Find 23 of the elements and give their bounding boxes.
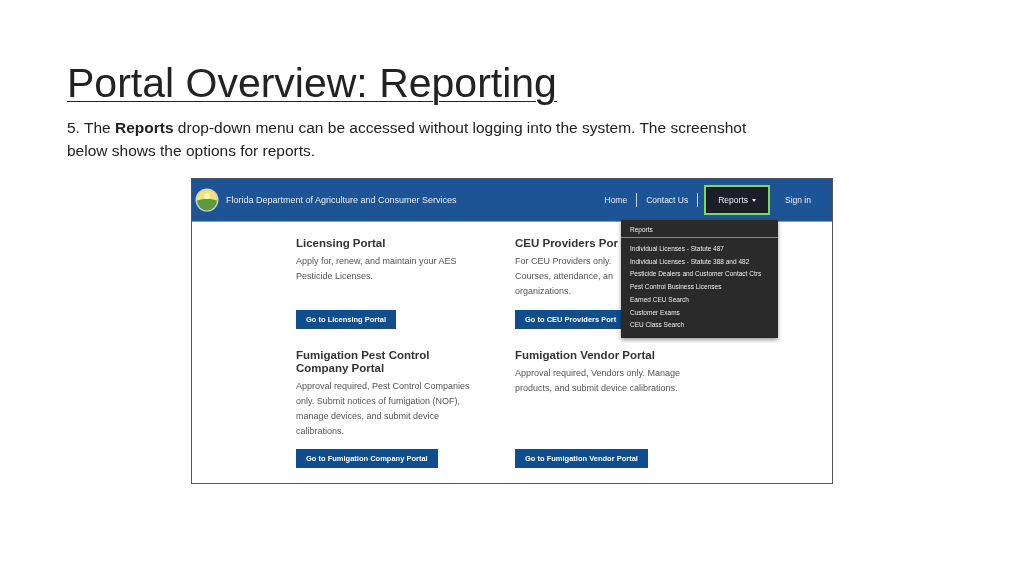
card-description: Courses, attendance, an xyxy=(515,270,614,283)
card-description: Approval required, Vendors only. Manage xyxy=(515,367,680,380)
card-description: only. Submit notices of fumigation (NOF), xyxy=(296,395,460,408)
card-description: Approval required, Pest Control Companies xyxy=(296,380,470,393)
card-description: For CEU Providers only. xyxy=(515,255,612,268)
card-description: organizations. xyxy=(515,285,572,298)
card-description: products, and submit device calibrations. xyxy=(515,382,678,395)
card-description: manage devices, and submit device xyxy=(296,410,440,423)
card-description: Pesticide Licenses. xyxy=(296,270,374,283)
card-title: CEU Providers Por xyxy=(515,237,618,250)
nav-link[interactable]: Sign in xyxy=(776,185,820,215)
nav-link[interactable]: Contact Us xyxy=(637,185,698,215)
card-description: Apply for, renew, and maintain your AES xyxy=(296,255,457,268)
card-title: Licensing Portal xyxy=(296,237,386,250)
slide-title: Portal Overview: Reporting xyxy=(67,60,557,106)
nav-link[interactable]: Home xyxy=(595,185,637,215)
card-title: Fumigation Pest Control Company Portal xyxy=(296,349,431,375)
seal-icon xyxy=(195,188,219,212)
slide-paragraph: 5. The Reports drop-down menu can be accessed without logging into the system. The screenshot below shows the options for reports. xyxy=(67,118,748,161)
card-title: Fumigation Vendor Portal xyxy=(515,349,655,362)
agency-name[interactable]: Florida Department of Agriculture and Consumer Services xyxy=(226,195,457,205)
nav-link[interactable]: Reports xyxy=(704,185,770,215)
card-description: calibrations. xyxy=(296,425,345,438)
